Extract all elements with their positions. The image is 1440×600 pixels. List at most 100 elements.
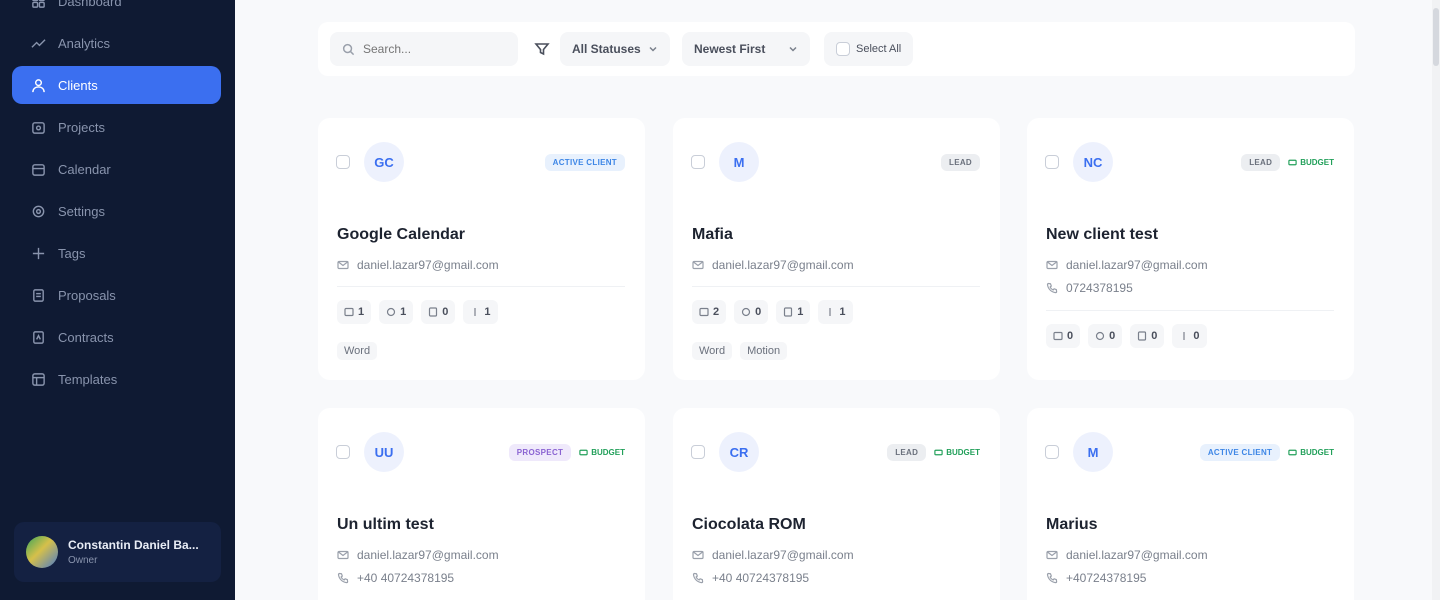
money-icon	[934, 449, 943, 455]
scrollbar[interactable]	[1432, 0, 1440, 600]
select-all-label: Select All	[856, 43, 902, 55]
client-card-header: M LEAD	[691, 142, 980, 182]
phone-icon	[692, 572, 704, 584]
money-icon	[1288, 449, 1297, 455]
status-select[interactable]: All Statuses	[560, 32, 670, 66]
stat-value: 0	[442, 306, 449, 318]
client-card[interactable]: M ACTIVE CLIENT BUDGET Marius daniel.laz…	[1027, 408, 1354, 600]
client-badges: PROSPECT BUDGET	[508, 443, 625, 461]
client-badges: LEAD BUDGET	[1241, 153, 1334, 171]
client-card[interactable]: GC ACTIVE CLIENT Google Calendar daniel.…	[318, 118, 645, 380]
sidebar-item-analytics[interactable]: Analytics	[12, 24, 221, 62]
sort-select[interactable]: Newest First	[682, 32, 810, 66]
sidebar-item-projects[interactable]: Projects	[12, 108, 221, 146]
phone-icon	[1046, 572, 1058, 584]
sidebar-item-tags[interactable]: Tags	[12, 234, 221, 272]
sidebar-item-dashboard[interactable]: Dashboard	[12, 0, 221, 20]
client-badges: ACTIVE CLIENT BUDGET	[1199, 443, 1334, 461]
folder-icon	[344, 307, 354, 317]
client-card-header: GC ACTIVE CLIENT	[336, 142, 625, 182]
client-badges: LEAD BUDGET	[887, 443, 980, 461]
divider	[337, 286, 625, 287]
client-email-text: daniel.lazar97@gmail.com	[357, 258, 499, 272]
select-all-checkbox[interactable]	[836, 42, 850, 56]
client-email: daniel.lazar97@gmail.com	[1046, 548, 1208, 562]
client-card[interactable]: NC LEAD BUDGET New client test daniel.la…	[1027, 118, 1354, 380]
client-avatar: UU	[364, 432, 404, 472]
mail-icon	[1046, 550, 1058, 560]
client-email-text: daniel.lazar97@gmail.com	[1066, 258, 1208, 272]
client-name: New client test	[1046, 226, 1159, 243]
budget-badge: BUDGET	[1288, 448, 1334, 457]
tag-icon	[30, 245, 46, 261]
mail-icon	[337, 550, 349, 560]
client-name: Mafia	[692, 226, 733, 243]
client-checkbox[interactable]	[691, 445, 705, 459]
divider	[692, 286, 980, 287]
user-role: Owner	[68, 555, 98, 566]
sidebar-item-label: Dashboard	[58, 0, 122, 9]
sidebar-item-label: Contracts	[58, 329, 114, 345]
phone-icon	[1046, 282, 1058, 294]
sidebar-item-label: Clients	[58, 77, 98, 93]
sidebar-item-settings[interactable]: Settings	[12, 192, 221, 230]
client-avatar: CR	[719, 432, 759, 472]
dollar-icon	[1183, 332, 1185, 340]
client-card[interactable]: UU PROSPECT BUDGET Un ultim test daniel.…	[318, 408, 645, 600]
stat-projects: 1	[337, 300, 372, 324]
sidebar-item-calendar[interactable]: Calendar	[12, 150, 221, 188]
stat-value: 2	[713, 306, 720, 318]
grid-icon	[30, 0, 46, 9]
client-card[interactable]: M LEAD Mafia daniel.lazar97@gmail.com 2 …	[673, 118, 1000, 380]
stat-documents: 0	[421, 300, 456, 324]
client-badges: ACTIVE CLIENT	[544, 153, 625, 171]
client-checkbox[interactable]	[691, 155, 705, 169]
user-name: Constantin Daniel Ba...	[68, 538, 199, 552]
client-checkbox[interactable]	[336, 155, 350, 169]
client-avatar: GC	[364, 142, 404, 182]
client-name: Ciocolata ROM	[692, 516, 806, 533]
status-badge: LEAD	[1241, 153, 1281, 171]
budget-badge: BUDGET	[934, 448, 980, 457]
client-checkbox[interactable]	[336, 445, 350, 459]
search-input[interactable]	[363, 42, 503, 56]
contract-icon	[30, 329, 46, 345]
stat-projects: 0	[1046, 324, 1081, 348]
select-all-toggle[interactable]: Select All	[824, 32, 914, 66]
client-phone-text: +40 40724378195	[712, 571, 810, 585]
scroll-thumb[interactable]	[1433, 8, 1439, 66]
sidebar-item-contracts[interactable]: Contracts	[12, 318, 221, 356]
user-profile-card[interactable]: Constantin Daniel Ba... Owner	[14, 522, 221, 582]
client-phone: +40724378195	[1046, 571, 1146, 585]
status-select-value: All Statuses	[572, 42, 641, 56]
client-email-text: daniel.lazar97@gmail.com	[712, 258, 854, 272]
client-card[interactable]: CR LEAD BUDGET Ciocolata ROM daniel.laza…	[673, 408, 1000, 600]
client-card-header: NC LEAD BUDGET	[1045, 142, 1334, 182]
sidebar-item-label: Proposals	[58, 287, 116, 303]
sidebar-item-templates[interactable]: Templates	[12, 360, 221, 398]
stat-value: 0	[755, 306, 762, 318]
trend-icon	[30, 35, 46, 51]
sidebar-item-proposals[interactable]: Proposals	[12, 276, 221, 314]
client-email-text: daniel.lazar97@gmail.com	[357, 548, 499, 562]
client-tags: Word Motion	[692, 342, 788, 360]
folder-icon	[30, 119, 46, 135]
client-phone: +40 40724378195	[692, 571, 809, 585]
avatar	[26, 536, 58, 568]
client-checkbox[interactable]	[1045, 445, 1059, 459]
sidebar-item-clients[interactable]: Clients	[12, 66, 221, 104]
filter-icon[interactable]	[534, 41, 550, 57]
client-stats: 1 1 0 1	[337, 300, 498, 324]
status-badge: ACTIVE CLIENT	[1199, 443, 1281, 461]
client-name: Google Calendar	[337, 226, 466, 243]
stat-value: 1	[797, 306, 804, 318]
stat-budget: 1	[463, 300, 498, 324]
gear-icon	[30, 203, 46, 219]
stat-documents: 0	[1130, 324, 1165, 348]
stat-tasks: 1	[379, 300, 414, 324]
client-name: Marius	[1046, 516, 1098, 533]
client-checkbox[interactable]	[1045, 155, 1059, 169]
client-badges: LEAD	[941, 153, 980, 171]
client-phone: +40 40724378195	[337, 571, 454, 585]
stat-budget: 0	[1172, 324, 1207, 348]
